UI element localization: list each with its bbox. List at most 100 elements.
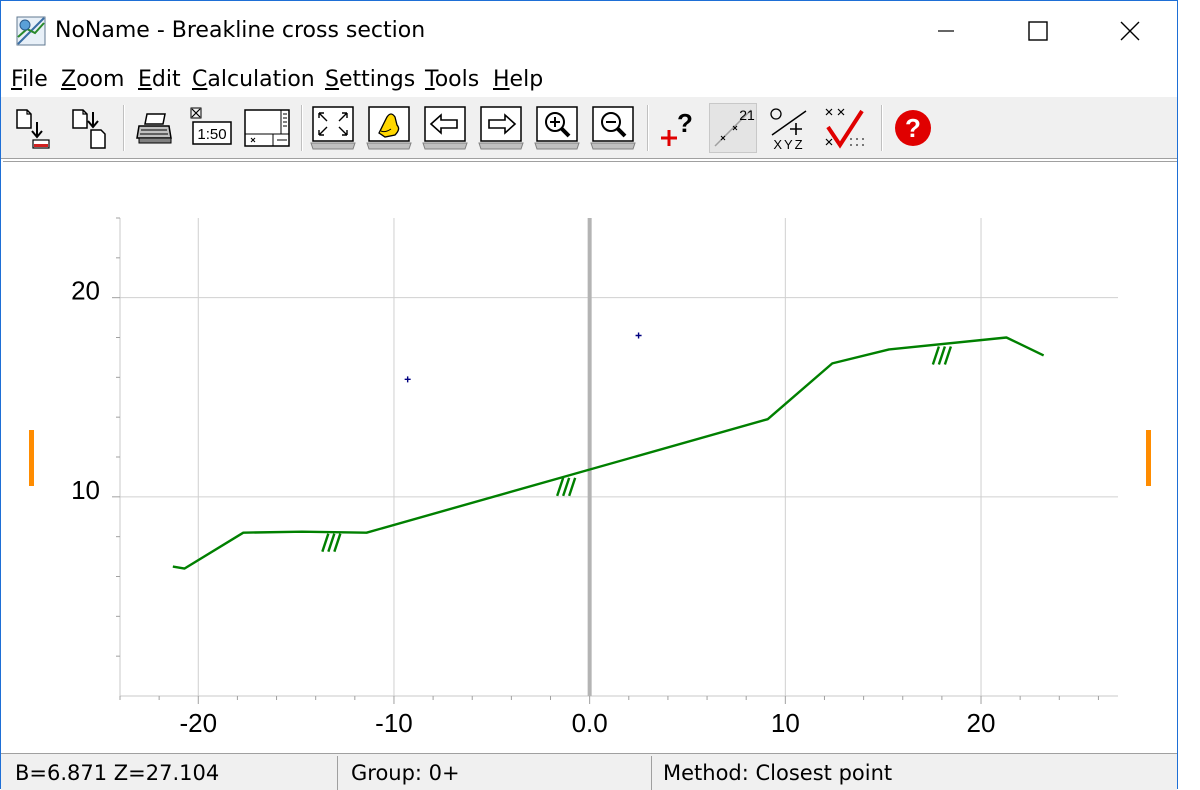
title-bar[interactable]: NoName - Breakline cross section (1, 1, 1177, 61)
menu-edit[interactable]: Edit (138, 67, 181, 92)
zoom-out-button[interactable] (589, 103, 637, 153)
menu-file-mnemonic: F (11, 67, 23, 92)
help-label: ? (905, 113, 921, 143)
y-tick-label: 10 (71, 475, 100, 505)
window-title: NoName - Breakline cross section (55, 18, 425, 43)
coordinates-icon: XYZ (770, 108, 807, 151)
survey-point[interactable] (635, 332, 642, 339)
zoom-extents-button[interactable] (309, 103, 357, 153)
menu-help-mnemonic: H (493, 67, 510, 92)
show-points-button[interactable]: 21 (709, 103, 757, 153)
hatch-stroke (568, 477, 577, 497)
open-file-icon (16, 109, 50, 149)
help-icon: ? (895, 110, 931, 146)
print-button[interactable] (131, 103, 179, 153)
toolbar-separator (881, 105, 883, 151)
query-point-icon: ? (661, 108, 693, 146)
hatch-stroke (327, 533, 336, 553)
points-label: 21 (739, 107, 755, 123)
toolbar-separator (123, 105, 125, 151)
menu-help[interactable]: Help (493, 67, 543, 92)
status-method: Method: Closest point (663, 761, 893, 785)
menu-tools-label: ools (434, 67, 480, 92)
menu-tools-mnemonic: T (425, 67, 435, 92)
cross-section-canvas[interactable]: -20 -10 0.0 10 20 10 20 (3, 161, 1177, 751)
xyz-label: XYZ (773, 137, 804, 151)
x-tick-label: 10 (771, 708, 800, 738)
breakline-marker[interactable] (556, 477, 577, 497)
maximize-button[interactable] (1007, 1, 1069, 61)
menu-zoom-label: oom (76, 67, 125, 92)
title-separator: - (156, 18, 165, 43)
hatch-stroke (931, 346, 941, 365)
zoom-in-icon (534, 106, 580, 150)
previous-section-button[interactable] (421, 103, 469, 153)
left-section-marker[interactable] (29, 430, 34, 486)
right-section-marker[interactable] (1146, 430, 1151, 486)
pan-button[interactable] (365, 103, 413, 153)
menu-calculation[interactable]: Calculation (192, 67, 315, 92)
menu-settings[interactable]: Settings (325, 67, 415, 92)
coordinates-button[interactable]: XYZ (765, 103, 813, 153)
scale-label: 1:50 (197, 126, 226, 143)
scale-button[interactable]: 1:50 (187, 103, 235, 153)
hatch-stroke (937, 346, 947, 365)
menu-zoom[interactable]: Zoom (61, 67, 124, 92)
help-button[interactable]: ? (889, 103, 937, 153)
print-icon (136, 113, 172, 144)
status-separator (337, 756, 338, 790)
query-label: ? (677, 108, 693, 138)
y-tick-label: 20 (71, 276, 100, 306)
maximize-icon (1028, 21, 1048, 41)
hatch-stroke (333, 533, 342, 553)
hatch-stroke (943, 346, 953, 365)
menu-settings-mnemonic: S (325, 67, 339, 92)
cross-section-chart[interactable]: -20 -10 0.0 10 20 10 20 (3, 162, 1177, 752)
menu-settings-label: ettings (338, 67, 416, 92)
check-icon (825, 108, 864, 149)
query-point-button[interactable]: ? (655, 103, 703, 153)
status-coordinates: B=6.871 Z=27.104 (15, 761, 220, 785)
breakline-marker[interactable] (321, 533, 342, 553)
menu-file[interactable]: File (11, 67, 48, 92)
x-tick-label: -10 (375, 708, 413, 738)
page-setup-button[interactable] (243, 103, 291, 153)
app-name: NoName (55, 18, 150, 43)
toolbar-separator (647, 105, 649, 151)
next-section-icon (478, 106, 524, 150)
next-section-button[interactable] (477, 103, 525, 153)
minimize-icon (938, 30, 954, 32)
survey-point[interactable] (404, 376, 411, 383)
pan-icon (366, 106, 412, 150)
x-tick-label: -20 (179, 708, 217, 738)
check-button[interactable] (821, 103, 869, 153)
save-file-icon (72, 109, 106, 149)
menu-edit-label: dit (151, 67, 181, 92)
close-icon (1120, 21, 1140, 41)
status-bar: B=6.871 Z=27.104 Group: 0+ Method: Close… (1, 753, 1177, 790)
breakline-marker[interactable] (931, 346, 953, 365)
app-icon (16, 16, 46, 46)
menu-file-label: ile (22, 67, 48, 92)
x-tick-label: 0.0 (572, 708, 608, 738)
menu-help-label: elp (509, 67, 544, 92)
document-title: Breakline cross section (171, 18, 426, 43)
save-file-button[interactable] (65, 103, 113, 153)
zoom-in-button[interactable] (533, 103, 581, 153)
hatch-stroke (562, 477, 571, 497)
status-group: Group: 0+ (351, 761, 460, 785)
hatch-stroke (321, 533, 330, 553)
page-setup-icon (244, 109, 290, 147)
menu-tools[interactable]: Tools (425, 67, 479, 92)
zoom-out-icon (590, 106, 636, 150)
main-window: NoName - Breakline cross section File Zo… (0, 0, 1178, 790)
status-separator (651, 756, 652, 790)
previous-section-icon (422, 106, 468, 150)
breakline-profile[interactable] (172, 336, 1045, 570)
scale-icon: 1:50 (190, 107, 232, 145)
menu-zoom-mnemonic: Z (61, 67, 77, 92)
menu-bar: File Zoom Edit Calculation Settings Tool… (1, 63, 1177, 97)
open-file-button[interactable] (9, 103, 57, 153)
close-button[interactable] (1099, 1, 1161, 61)
minimize-button[interactable] (915, 1, 977, 61)
